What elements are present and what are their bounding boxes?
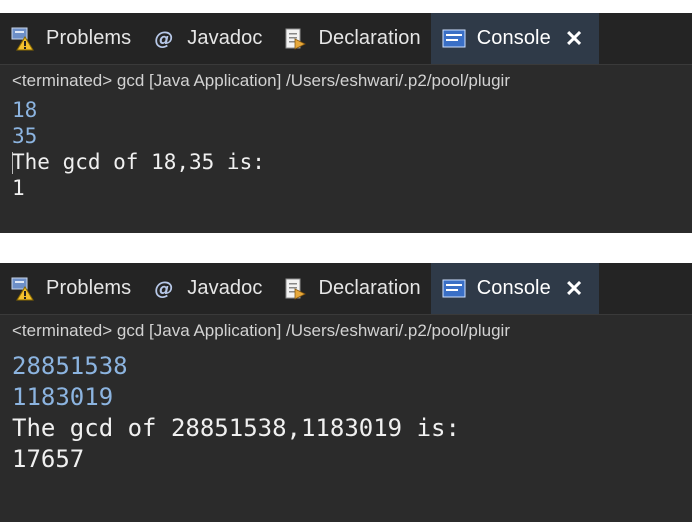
console-line: 18 <box>12 98 38 122</box>
tab-javadoc-label: Javadoc <box>187 27 263 49</box>
console-icon <box>441 276 467 302</box>
console-line: The gcd of 18,35 is: <box>12 149 692 175</box>
tab-problems[interactable]: Problems <box>0 263 141 314</box>
tab-problems-label: Problems <box>46 27 132 49</box>
problems-icon <box>10 26 36 52</box>
console-line: 35 <box>12 124 38 148</box>
tab-javadoc-label: Javadoc <box>187 277 263 299</box>
tab-console[interactable]: Console ✕ <box>430 263 600 314</box>
tab-declaration[interactable]: Declaration <box>272 13 430 64</box>
close-icon[interactable]: ✕ <box>565 27 583 50</box>
close-icon[interactable]: ✕ <box>565 277 583 300</box>
tab-declaration-label: Declaration <box>318 27 421 49</box>
declaration-icon <box>282 26 308 52</box>
tab-javadoc[interactable]: @ Javadoc <box>141 13 272 64</box>
tab-console-label: Console <box>476 27 551 49</box>
console-icon <box>441 26 467 52</box>
console-view-bottom: Problems @ Javadoc Declaration Console ✕… <box>0 263 692 522</box>
console-line: 1183019 <box>12 383 114 411</box>
console-line: The gcd of 28851538,1183019 is: <box>12 414 460 442</box>
svg-text:@: @ <box>155 278 174 300</box>
console-status: <terminated> gcd [Java Application] /Use… <box>0 314 692 347</box>
declaration-icon <box>282 276 308 302</box>
tab-declaration[interactable]: Declaration <box>272 263 430 314</box>
tab-problems[interactable]: Problems <box>0 13 141 64</box>
console-line: 1 <box>12 176 25 200</box>
tab-console[interactable]: Console ✕ <box>430 13 600 64</box>
view-tab-bar: Problems @ Javadoc Declaration Console ✕ <box>0 263 692 314</box>
console-line-text: The gcd of 18,35 is: <box>12 150 265 174</box>
console-line: 28851538 <box>12 352 128 380</box>
console-output[interactable]: 28851538 1183019 The gcd of 28851538,118… <box>0 347 692 475</box>
console-status: <terminated> gcd [Java Application] /Use… <box>0 64 692 97</box>
javadoc-at-icon: @ <box>151 276 177 302</box>
console-output[interactable]: 18 35 The gcd of 18,35 is: 1 <box>0 97 692 201</box>
tab-javadoc[interactable]: @ Javadoc <box>141 263 272 314</box>
console-line: 17657 <box>12 445 85 473</box>
console-view-top: Problems @ Javadoc Declaration Console ✕… <box>0 13 692 233</box>
view-tab-bar: Problems @ Javadoc Declaration Console ✕ <box>0 13 692 64</box>
tab-problems-label: Problems <box>46 277 132 299</box>
tab-console-label: Console <box>476 277 551 299</box>
problems-icon <box>10 276 36 302</box>
tab-declaration-label: Declaration <box>318 277 421 299</box>
svg-text:@: @ <box>155 28 174 50</box>
javadoc-at-icon: @ <box>151 26 177 52</box>
